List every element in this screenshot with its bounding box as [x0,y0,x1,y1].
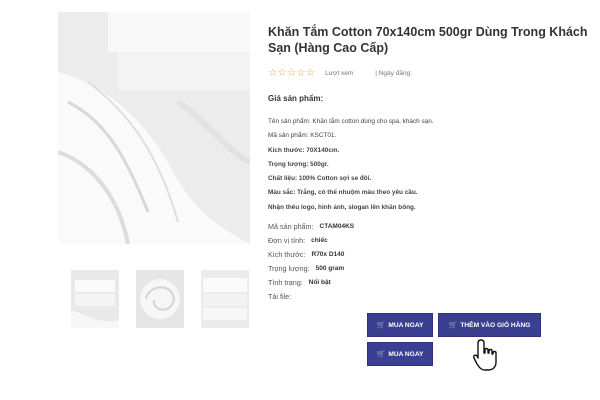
price-label: Giá sản phẩm: [268,94,324,103]
cart-icon: 🛒 [376,322,386,329]
product-specs: Mã sản phẩm: CTAM04KS Đơn vị tính: chiếc… [268,220,588,304]
star-outline-icon[interactable]: ☆ [287,68,296,79]
rating-row: ☆ ☆ ☆ ☆ ☆ Lượt xem | Ngày đăng: [268,67,412,79]
star-outline-icon[interactable]: ☆ [277,68,286,79]
hand-pointer-icon [473,338,499,372]
rating-stars[interactable]: ☆ ☆ ☆ ☆ ☆ [268,68,315,79]
spec-row: Mã sản phẩm: CTAM04KS [268,220,588,234]
spec-value: 500 gram [315,265,345,272]
spec-key: Tình trạng: [268,278,303,287]
spec-key: Kích thước: [268,250,306,259]
desc-line: Trọng lượng: 500gr. [268,160,329,168]
desc-line: Màu sắc: Trắng, có thể nhuộm màu theo yê… [268,189,418,197]
spec-key: Đơn vị tính: [268,236,306,245]
spec-value: CTAM04KS [319,223,355,230]
views-label: Lượt xem [325,69,354,77]
spec-value: Nổi bật [308,279,331,286]
spec-key[interactable]: Tải file: [268,290,291,304]
desc-line: Kích thước: 70X140cm. [268,146,340,154]
star-outline-icon[interactable]: ☆ [306,68,315,79]
date-label: | Ngày đăng: [375,69,412,77]
product-thumbnail-2[interactable] [136,270,184,328]
buy-now-label: MUA NGAY [388,321,424,329]
cart-icon: 🛒 [376,351,386,358]
spec-value: chiếc [311,237,328,244]
spec-row: Tình trạng: Nổi bật [268,276,588,290]
desc-line: Mã sản phẩm: KSCT01. [268,132,337,140]
desc-line: Tên sản phẩm: Khăn tắm cotton dùng cho s… [268,118,434,125]
buy-now-button[interactable]: 🛒 MUA NGAY [367,313,433,337]
product-main-image[interactable] [58,12,250,244]
star-outline-icon[interactable]: ☆ [268,68,277,79]
product-title: Khăn Tắm Cotton 70x140cm 500gr Dùng Tron… [268,25,588,55]
star-outline-icon[interactable]: ☆ [296,68,305,79]
spec-row: Kích thước: R70x D140 [268,248,588,262]
spec-row: Đơn vị tính: chiếc [268,234,588,248]
desc-line: Chất liệu: 100% Cotton sợi se đôi. [268,175,372,183]
spec-value: R70x D140 [311,251,345,258]
spec-row: Trọng lượng: 500 gram [268,262,588,276]
spec-row: Tải file: [268,290,588,304]
product-thumbnail-1[interactable] [71,270,119,328]
buy-now-button-2[interactable]: 🛒 MUA NGAY [367,342,433,366]
add-to-cart-label: THÊM VÀO GIỎ HÀNG [460,321,531,329]
cart-icon: 🛒 [448,322,458,329]
spec-key: Mã sản phẩm: [268,222,314,231]
product-thumbnail-3[interactable] [201,270,249,328]
add-to-cart-button[interactable]: 🛒 THÊM VÀO GIỎ HÀNG [438,313,541,337]
buy-now-label-2: MUA NGAY [388,350,424,358]
spec-key: Trọng lượng: [268,264,310,273]
desc-line: Nhận thêu logo, hình ảnh, slogan lên khă… [268,203,416,211]
product-description: Tên sản phẩm: Khăn tắm cotton dùng cho s… [268,115,588,215]
